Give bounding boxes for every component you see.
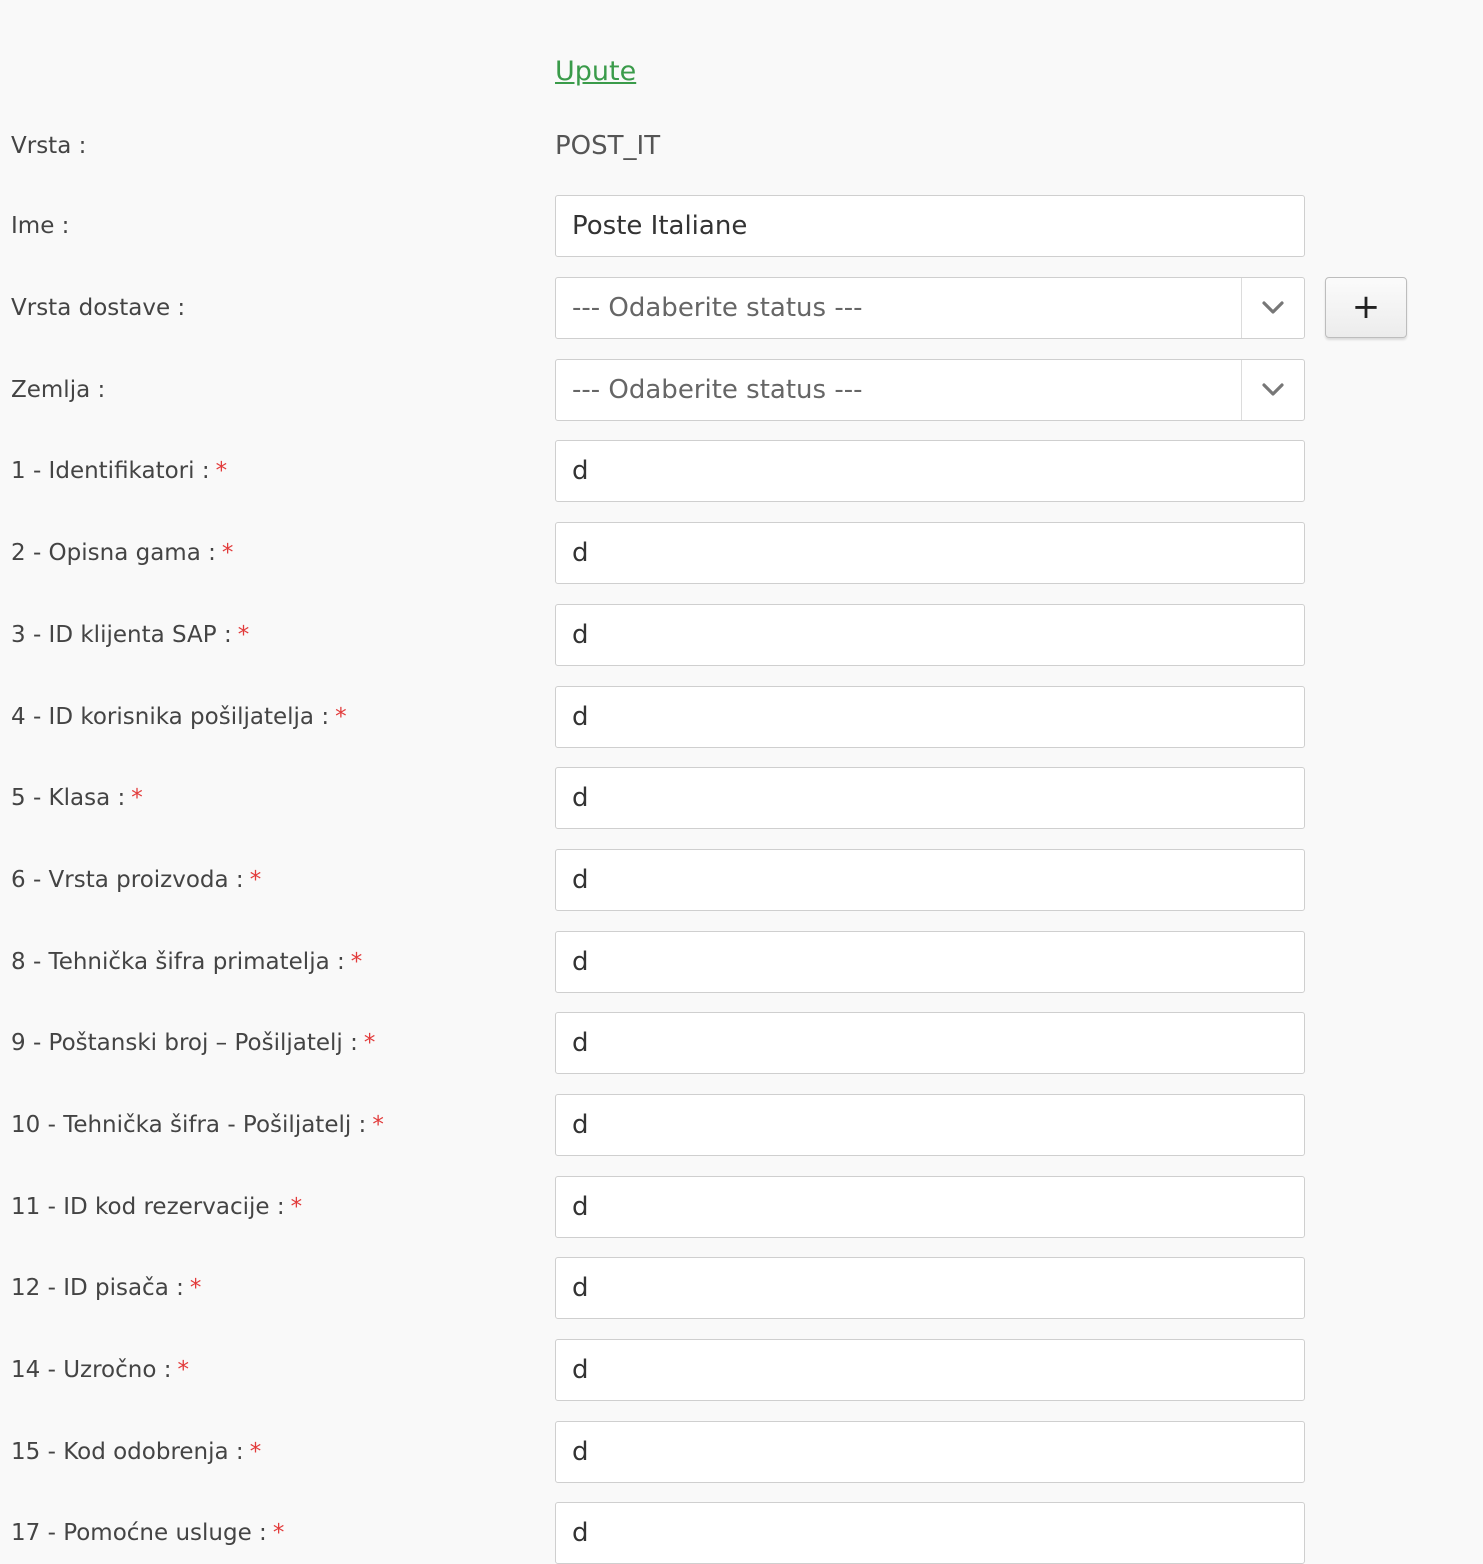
vrsta-label: Vrsta : (11, 133, 87, 159)
help-link[interactable]: Upute (555, 56, 636, 87)
field-label: 5 - Klasa : * (11, 785, 143, 811)
required-marker: * (177, 1357, 189, 1383)
field-input[interactable] (556, 850, 1304, 910)
required-marker: * (290, 1194, 303, 1220)
field-row: 15 - Kod odobrenja : * (0, 1421, 1483, 1483)
vrsta-dostave-selected: --- Odaberite status --- (572, 293, 863, 323)
row-zemlja: Zemlja : --- Odaberite status --- (0, 359, 1483, 421)
field-input[interactable] (556, 1013, 1304, 1073)
field-input[interactable] (556, 1177, 1304, 1237)
required-marker: * (249, 1439, 262, 1465)
required-marker: * (237, 622, 250, 648)
row-ime: Ime : (0, 195, 1483, 257)
field-label: 17 - Pomoćne usluge : * (11, 1520, 285, 1546)
field-input[interactable] (556, 523, 1304, 583)
field-input[interactable] (556, 1340, 1304, 1400)
field-box[interactable] (555, 1094, 1305, 1156)
required-marker: * (335, 704, 347, 730)
field-label: 12 - ID pisača : * (11, 1275, 202, 1301)
field-label: 11 - ID kod rezervacije : * (11, 1194, 303, 1220)
field-label: 15 - Kod odobrenja : * (11, 1439, 262, 1465)
field-label: 3 - ID klijenta SAP : * (11, 622, 250, 648)
ime-field[interactable] (555, 195, 1305, 257)
required-marker: * (131, 785, 143, 811)
field-input[interactable] (556, 1503, 1304, 1563)
field-row: 6 - Vrsta proizvoda : * (0, 849, 1483, 911)
field-input[interactable] (556, 932, 1304, 992)
field-box[interactable] (555, 1421, 1305, 1483)
field-input[interactable] (556, 605, 1304, 665)
field-row: 11 - ID kod rezervacije : * (0, 1176, 1483, 1238)
field-box[interactable] (555, 522, 1305, 584)
field-box[interactable] (555, 440, 1305, 502)
field-row: 3 - ID klijenta SAP : * (0, 604, 1483, 666)
vrsta-dostave-label: Vrsta dostave : (11, 295, 186, 321)
field-box[interactable] (555, 1339, 1305, 1401)
required-marker: * (350, 949, 363, 975)
zemlja-select[interactable]: --- Odaberite status --- (555, 359, 1305, 421)
field-label: 2 - Opisna gama : * (11, 540, 234, 566)
required-marker: * (363, 1030, 376, 1056)
field-box[interactable] (555, 1176, 1305, 1238)
field-label: 14 - Uzročno : * (11, 1357, 189, 1383)
field-row: 17 - Pomoćne usluge : * (0, 1502, 1483, 1564)
required-marker: * (215, 458, 228, 484)
plus-icon: + (1351, 287, 1381, 327)
field-box[interactable] (555, 931, 1305, 993)
field-row: 9 - Poštanski broj – Pošiljatelj : * (0, 1012, 1483, 1074)
field-label: 9 - Poštanski broj – Pošiljatelj : * (11, 1030, 376, 1056)
field-row: 8 - Tehnička šifra primatelja : * (0, 931, 1483, 993)
field-box[interactable] (555, 686, 1305, 748)
field-box[interactable] (555, 604, 1305, 666)
field-row: 14 - Uzročno : * (0, 1339, 1483, 1401)
vrsta-dostave-select[interactable]: --- Odaberite status --- (555, 277, 1305, 339)
required-marker: * (249, 867, 262, 893)
field-box[interactable] (555, 1502, 1305, 1564)
field-row: 12 - ID pisača : * (0, 1257, 1483, 1319)
select-divider (1241, 360, 1242, 420)
chevron-down-icon[interactable] (1260, 376, 1286, 402)
field-label: 4 - ID korisnika pošiljatelja : * (11, 704, 347, 730)
field-row: 4 - ID korisnika pošiljatelja : * (0, 686, 1483, 748)
field-label: 8 - Tehnička šifra primatelja : * (11, 949, 363, 975)
field-label: 1 - Identifikatori : * (11, 458, 228, 484)
field-box[interactable] (555, 849, 1305, 911)
field-row: 1 - Identifikatori : * (0, 440, 1483, 502)
add-delivery-type-button[interactable]: + (1325, 277, 1407, 338)
ime-input[interactable] (556, 196, 1304, 256)
zemlja-label: Zemlja : (11, 377, 106, 403)
required-marker: * (221, 540, 234, 566)
field-input[interactable] (556, 441, 1304, 501)
field-row: 5 - Klasa : * (0, 767, 1483, 829)
chevron-down-icon[interactable] (1260, 294, 1286, 320)
vrsta-value: POST_IT (555, 131, 661, 161)
field-input[interactable] (556, 1422, 1304, 1482)
select-divider (1241, 278, 1242, 338)
zemlja-selected: --- Odaberite status --- (572, 375, 863, 405)
field-box[interactable] (555, 767, 1305, 829)
row-vrsta-dostave: Vrsta dostave : --- Odaberite status ---… (0, 277, 1483, 339)
field-label: 10 - Tehnička šifra - Pošiljatelj : * (11, 1112, 384, 1138)
field-row: 10 - Tehnička šifra - Pošiljatelj : * (0, 1094, 1483, 1156)
field-label: 6 - Vrsta proizvoda : * (11, 867, 262, 893)
row-vrsta: Vrsta : POST_IT (0, 115, 1483, 177)
required-marker: * (372, 1112, 384, 1138)
field-input[interactable] (556, 768, 1304, 828)
field-input[interactable] (556, 1095, 1304, 1155)
required-marker: * (272, 1520, 285, 1546)
ime-label: Ime : (11, 213, 70, 239)
field-box[interactable] (555, 1012, 1305, 1074)
field-box[interactable] (555, 1257, 1305, 1319)
field-input[interactable] (556, 1258, 1304, 1318)
field-row: 2 - Opisna gama : * (0, 522, 1483, 584)
required-marker: * (189, 1275, 202, 1301)
field-input[interactable] (556, 687, 1304, 747)
